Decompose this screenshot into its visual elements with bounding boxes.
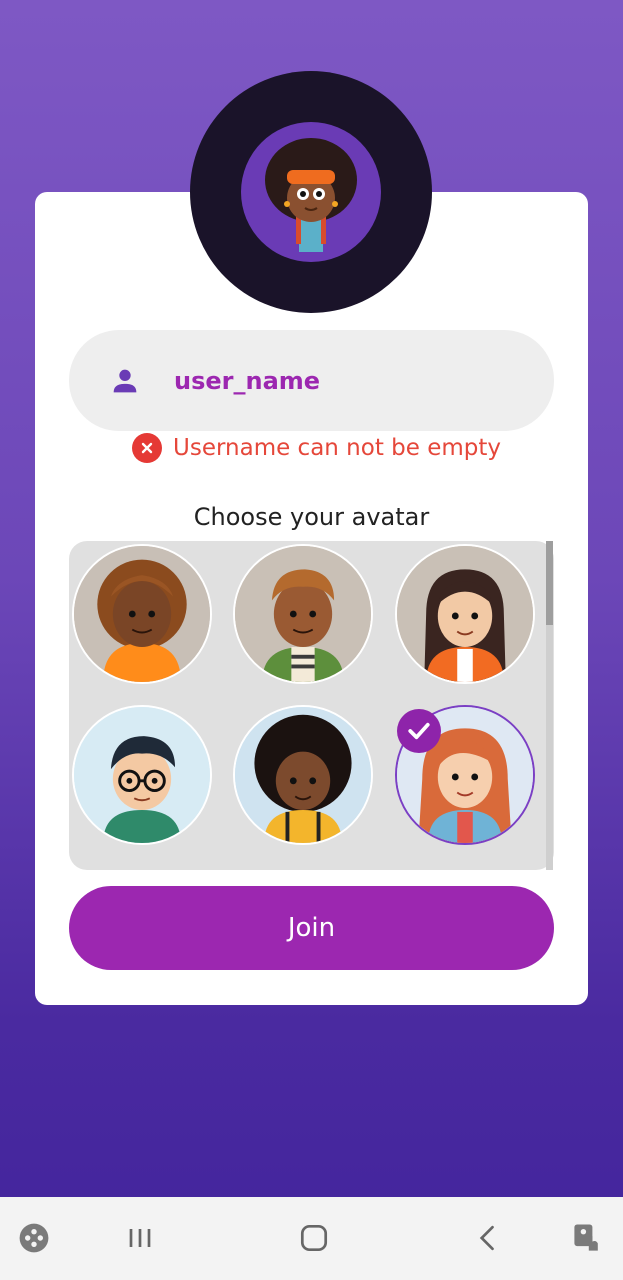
selected-avatar-preview: [190, 71, 432, 313]
home-icon[interactable]: [294, 1218, 334, 1258]
join-button[interactable]: Join: [69, 886, 554, 970]
avatar-option-3[interactable]: [395, 544, 535, 684]
avatar-boy-glasses-icon: [74, 707, 210, 843]
avatar-option-2[interactable]: [233, 544, 373, 684]
avatar-girl-orange-jacket-icon: [397, 546, 533, 682]
avatar-option-4[interactable]: [72, 705, 212, 845]
avatar-boy-green-jacket-icon: [235, 546, 371, 682]
avatar-scroll-thumb[interactable]: [546, 541, 553, 625]
avatar-preview-icon: [265, 138, 357, 252]
selected-check-icon: [397, 709, 441, 753]
accessibility-icon[interactable]: [567, 1218, 607, 1258]
game-launcher-icon[interactable]: [14, 1218, 54, 1258]
avatar-boy-afro-icon: [235, 707, 371, 843]
avatar-preview-ring: [241, 122, 381, 262]
avatar-option-1[interactable]: [72, 544, 212, 684]
error-message: Username can not be empty: [173, 435, 502, 461]
username-field[interactable]: user_name: [69, 330, 554, 431]
username-error: Username can not be empty: [132, 432, 501, 464]
username-input-value[interactable]: user_name: [174, 367, 320, 395]
avatar-girl-curly-orange-icon: [74, 546, 210, 682]
avatar-option-5[interactable]: [233, 705, 373, 845]
back-icon[interactable]: [468, 1218, 508, 1258]
person-icon: [113, 369, 137, 392]
recent-apps-icon[interactable]: [120, 1218, 160, 1258]
avatar-section-label: Choose your avatar: [193, 503, 430, 531]
error-icon: [132, 433, 162, 463]
